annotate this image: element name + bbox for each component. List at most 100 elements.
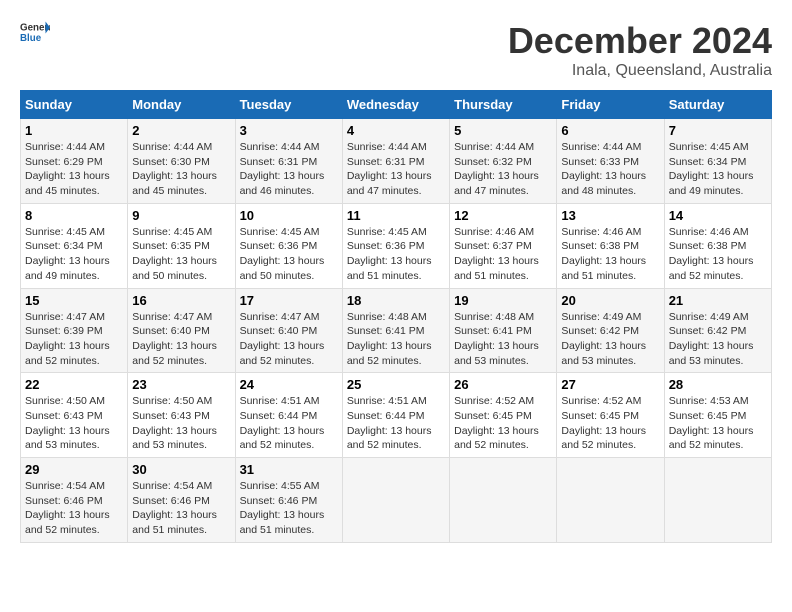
calendar-cell: 16 Sunrise: 4:47 AMSunset: 6:40 PMDaylig… bbox=[128, 288, 235, 373]
col-header-thursday: Thursday bbox=[450, 91, 557, 119]
day-number: 4 bbox=[347, 123, 445, 138]
cell-content: Sunrise: 4:44 AMSunset: 6:33 PMDaylight:… bbox=[561, 140, 659, 199]
calendar-table: SundayMondayTuesdayWednesdayThursdayFrid… bbox=[20, 90, 772, 543]
calendar-cell: 2 Sunrise: 4:44 AMSunset: 6:30 PMDayligh… bbox=[128, 119, 235, 204]
calendar-cell: 26 Sunrise: 4:52 AMSunset: 6:45 PMDaylig… bbox=[450, 373, 557, 458]
col-header-monday: Monday bbox=[128, 91, 235, 119]
col-header-sunday: Sunday bbox=[21, 91, 128, 119]
month-title: December 2024 bbox=[508, 20, 772, 62]
cell-content: Sunrise: 4:53 AMSunset: 6:45 PMDaylight:… bbox=[669, 394, 767, 453]
calendar-cell: 25 Sunrise: 4:51 AMSunset: 6:44 PMDaylig… bbox=[342, 373, 449, 458]
day-number: 8 bbox=[25, 208, 123, 223]
cell-content: Sunrise: 4:45 AMSunset: 6:35 PMDaylight:… bbox=[132, 225, 230, 284]
calendar-cell: 24 Sunrise: 4:51 AMSunset: 6:44 PMDaylig… bbox=[235, 373, 342, 458]
cell-content: Sunrise: 4:44 AMSunset: 6:32 PMDaylight:… bbox=[454, 140, 552, 199]
day-number: 19 bbox=[454, 293, 552, 308]
day-number: 6 bbox=[561, 123, 659, 138]
day-number: 27 bbox=[561, 377, 659, 392]
calendar-cell: 30 Sunrise: 4:54 AMSunset: 6:46 PMDaylig… bbox=[128, 458, 235, 543]
calendar-cell: 9 Sunrise: 4:45 AMSunset: 6:35 PMDayligh… bbox=[128, 203, 235, 288]
calendar-cell: 23 Sunrise: 4:50 AMSunset: 6:43 PMDaylig… bbox=[128, 373, 235, 458]
day-number: 18 bbox=[347, 293, 445, 308]
cell-content: Sunrise: 4:47 AMSunset: 6:39 PMDaylight:… bbox=[25, 310, 123, 369]
col-header-friday: Friday bbox=[557, 91, 664, 119]
day-number: 13 bbox=[561, 208, 659, 223]
cell-content: Sunrise: 4:46 AMSunset: 6:37 PMDaylight:… bbox=[454, 225, 552, 284]
cell-content: Sunrise: 4:48 AMSunset: 6:41 PMDaylight:… bbox=[454, 310, 552, 369]
calendar-cell: 4 Sunrise: 4:44 AMSunset: 6:31 PMDayligh… bbox=[342, 119, 449, 204]
col-header-wednesday: Wednesday bbox=[342, 91, 449, 119]
calendar-cell: 12 Sunrise: 4:46 AMSunset: 6:37 PMDaylig… bbox=[450, 203, 557, 288]
calendar-cell bbox=[664, 458, 771, 543]
day-number: 15 bbox=[25, 293, 123, 308]
cell-content: Sunrise: 4:51 AMSunset: 6:44 PMDaylight:… bbox=[240, 394, 338, 453]
day-number: 30 bbox=[132, 462, 230, 477]
calendar-week-row: 8 Sunrise: 4:45 AMSunset: 6:34 PMDayligh… bbox=[21, 203, 772, 288]
calendar-cell: 14 Sunrise: 4:46 AMSunset: 6:38 PMDaylig… bbox=[664, 203, 771, 288]
calendar-cell: 20 Sunrise: 4:49 AMSunset: 6:42 PMDaylig… bbox=[557, 288, 664, 373]
calendar-cell bbox=[557, 458, 664, 543]
title-area: December 2024 Inala, Queensland, Austral… bbox=[508, 20, 772, 80]
calendar-cell: 28 Sunrise: 4:53 AMSunset: 6:45 PMDaylig… bbox=[664, 373, 771, 458]
cell-content: Sunrise: 4:44 AMSunset: 6:31 PMDaylight:… bbox=[240, 140, 338, 199]
calendar-week-row: 1 Sunrise: 4:44 AMSunset: 6:29 PMDayligh… bbox=[21, 119, 772, 204]
day-number: 24 bbox=[240, 377, 338, 392]
cell-content: Sunrise: 4:50 AMSunset: 6:43 PMDaylight:… bbox=[25, 394, 123, 453]
cell-content: Sunrise: 4:46 AMSunset: 6:38 PMDaylight:… bbox=[669, 225, 767, 284]
svg-text:Blue: Blue bbox=[20, 33, 42, 44]
day-number: 2 bbox=[132, 123, 230, 138]
cell-content: Sunrise: 4:52 AMSunset: 6:45 PMDaylight:… bbox=[454, 394, 552, 453]
day-number: 20 bbox=[561, 293, 659, 308]
day-number: 9 bbox=[132, 208, 230, 223]
day-number: 21 bbox=[669, 293, 767, 308]
cell-content: Sunrise: 4:45 AMSunset: 6:34 PMDaylight:… bbox=[25, 225, 123, 284]
calendar-cell: 3 Sunrise: 4:44 AMSunset: 6:31 PMDayligh… bbox=[235, 119, 342, 204]
calendar-cell: 1 Sunrise: 4:44 AMSunset: 6:29 PMDayligh… bbox=[21, 119, 128, 204]
calendar-cell: 5 Sunrise: 4:44 AMSunset: 6:32 PMDayligh… bbox=[450, 119, 557, 204]
col-header-tuesday: Tuesday bbox=[235, 91, 342, 119]
calendar-cell: 29 Sunrise: 4:54 AMSunset: 6:46 PMDaylig… bbox=[21, 458, 128, 543]
calendar-cell: 8 Sunrise: 4:45 AMSunset: 6:34 PMDayligh… bbox=[21, 203, 128, 288]
calendar-cell: 21 Sunrise: 4:49 AMSunset: 6:42 PMDaylig… bbox=[664, 288, 771, 373]
day-number: 1 bbox=[25, 123, 123, 138]
cell-content: Sunrise: 4:45 AMSunset: 6:36 PMDaylight:… bbox=[240, 225, 338, 284]
calendar-week-row: 22 Sunrise: 4:50 AMSunset: 6:43 PMDaylig… bbox=[21, 373, 772, 458]
calendar-cell: 19 Sunrise: 4:48 AMSunset: 6:41 PMDaylig… bbox=[450, 288, 557, 373]
header: General Blue December 2024 Inala, Queens… bbox=[20, 20, 772, 80]
cell-content: Sunrise: 4:54 AMSunset: 6:46 PMDaylight:… bbox=[25, 479, 123, 538]
cell-content: Sunrise: 4:45 AMSunset: 6:34 PMDaylight:… bbox=[669, 140, 767, 199]
day-number: 29 bbox=[25, 462, 123, 477]
day-number: 22 bbox=[25, 377, 123, 392]
cell-content: Sunrise: 4:51 AMSunset: 6:44 PMDaylight:… bbox=[347, 394, 445, 453]
cell-content: Sunrise: 4:46 AMSunset: 6:38 PMDaylight:… bbox=[561, 225, 659, 284]
cell-content: Sunrise: 4:47 AMSunset: 6:40 PMDaylight:… bbox=[240, 310, 338, 369]
cell-content: Sunrise: 4:44 AMSunset: 6:29 PMDaylight:… bbox=[25, 140, 123, 199]
day-number: 10 bbox=[240, 208, 338, 223]
cell-content: Sunrise: 4:49 AMSunset: 6:42 PMDaylight:… bbox=[561, 310, 659, 369]
calendar-week-row: 29 Sunrise: 4:54 AMSunset: 6:46 PMDaylig… bbox=[21, 458, 772, 543]
generalblue-logo-icon: General Blue bbox=[20, 20, 50, 44]
day-number: 16 bbox=[132, 293, 230, 308]
day-number: 31 bbox=[240, 462, 338, 477]
cell-content: Sunrise: 4:45 AMSunset: 6:36 PMDaylight:… bbox=[347, 225, 445, 284]
cell-content: Sunrise: 4:49 AMSunset: 6:42 PMDaylight:… bbox=[669, 310, 767, 369]
cell-content: Sunrise: 4:47 AMSunset: 6:40 PMDaylight:… bbox=[132, 310, 230, 369]
cell-content: Sunrise: 4:54 AMSunset: 6:46 PMDaylight:… bbox=[132, 479, 230, 538]
calendar-cell: 17 Sunrise: 4:47 AMSunset: 6:40 PMDaylig… bbox=[235, 288, 342, 373]
logo: General Blue bbox=[20, 20, 50, 44]
calendar-cell: 15 Sunrise: 4:47 AMSunset: 6:39 PMDaylig… bbox=[21, 288, 128, 373]
location-title: Inala, Queensland, Australia bbox=[508, 62, 772, 80]
cell-content: Sunrise: 4:55 AMSunset: 6:46 PMDaylight:… bbox=[240, 479, 338, 538]
calendar-cell: 11 Sunrise: 4:45 AMSunset: 6:36 PMDaylig… bbox=[342, 203, 449, 288]
day-number: 25 bbox=[347, 377, 445, 392]
day-number: 5 bbox=[454, 123, 552, 138]
calendar-cell: 27 Sunrise: 4:52 AMSunset: 6:45 PMDaylig… bbox=[557, 373, 664, 458]
calendar-cell: 22 Sunrise: 4:50 AMSunset: 6:43 PMDaylig… bbox=[21, 373, 128, 458]
cell-content: Sunrise: 4:44 AMSunset: 6:31 PMDaylight:… bbox=[347, 140, 445, 199]
day-number: 11 bbox=[347, 208, 445, 223]
cell-content: Sunrise: 4:50 AMSunset: 6:43 PMDaylight:… bbox=[132, 394, 230, 453]
day-number: 26 bbox=[454, 377, 552, 392]
day-number: 23 bbox=[132, 377, 230, 392]
day-number: 14 bbox=[669, 208, 767, 223]
calendar-header-row: SundayMondayTuesdayWednesdayThursdayFrid… bbox=[21, 91, 772, 119]
